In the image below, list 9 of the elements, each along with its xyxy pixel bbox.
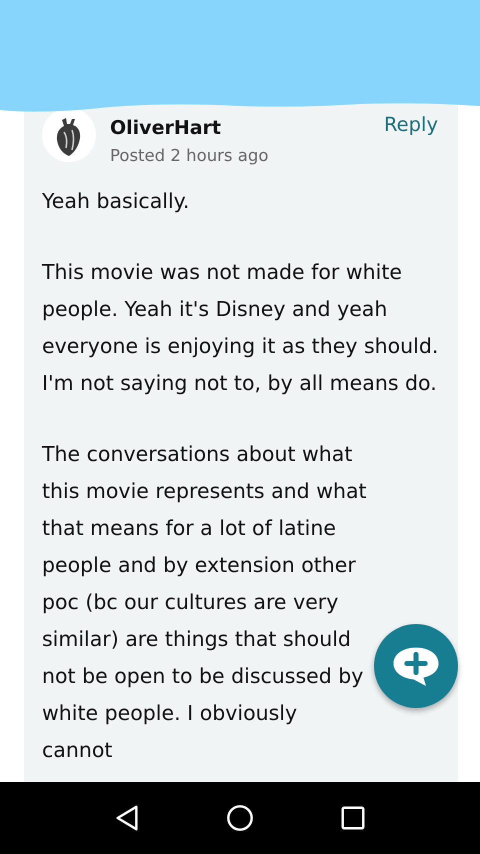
username[interactable]: OliverHart xyxy=(110,117,384,139)
comment-paragraph: This movie was not made for white people. Yeah it's Disney and yeah everyone is enjoying it as they should. I'm not saying not to, by all means do. xyxy=(42,259,440,397)
comment-paragraph: Yeah basically. xyxy=(42,188,190,215)
post-time: Posted 2 hours ago xyxy=(110,145,270,167)
avatar[interactable] xyxy=(42,108,96,162)
home-icon[interactable] xyxy=(226,804,254,832)
reply-link[interactable]: Reply xyxy=(384,108,438,136)
recent-apps-icon[interactable] xyxy=(339,804,368,832)
comment-paragraph: The conversations about what this movie represents and what that means for a lot of latine people and by extension other poc (bc our cultures are very similar) are things that should not be open to be discussed by white people. I obviously cannot xyxy=(42,441,368,764)
